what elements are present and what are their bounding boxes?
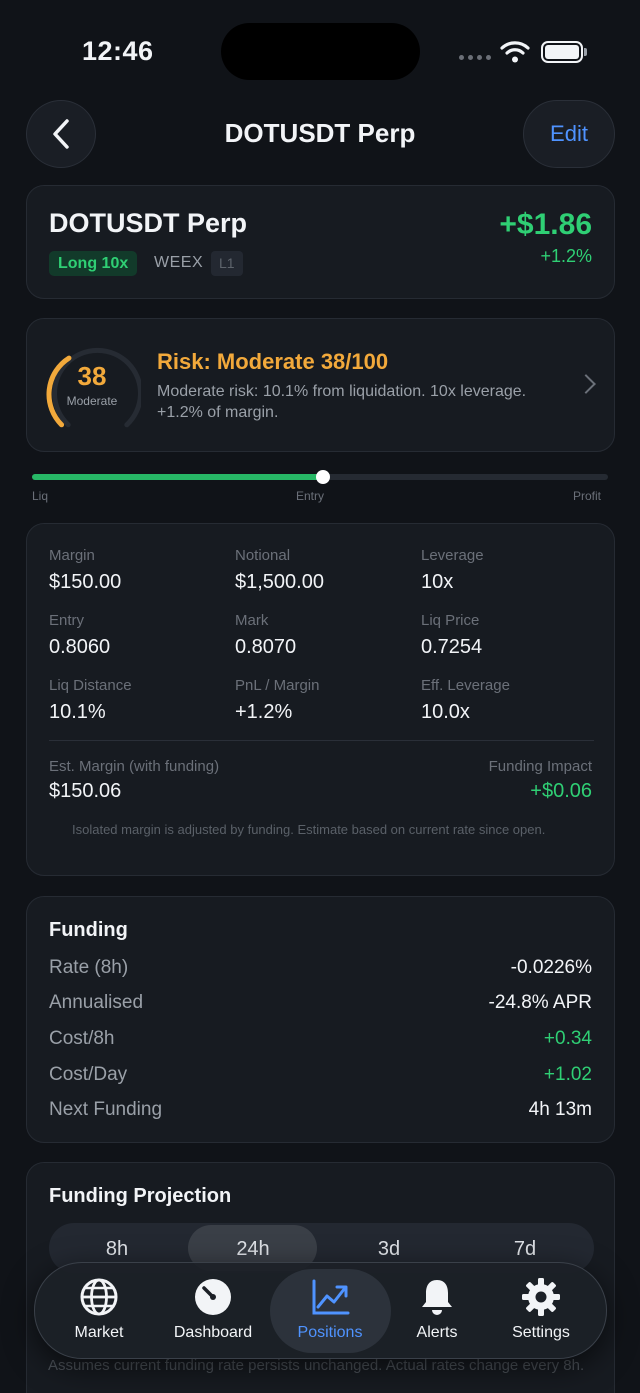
mark-price-label: Mark (235, 612, 269, 629)
funding-impact-label: Funding Impact (488, 758, 592, 775)
liquidation-progress (32, 474, 323, 480)
bell-icon (422, 1280, 452, 1315)
notional-label: Notional (235, 547, 291, 564)
risk-score: 38 (77, 361, 107, 391)
projection-title: Funding Projection (49, 1185, 232, 1207)
period-8h[interactable]: 8h (49, 1238, 185, 1261)
battery-cap (584, 48, 587, 56)
notional-value: $1,500.00 (235, 571, 324, 593)
eff-leverage-value: 10.0x (421, 701, 470, 723)
tab-dashboard-label: Dashboard (173, 1324, 253, 1341)
entry-price-label: Entry (49, 612, 85, 629)
margin-label: Margin (49, 547, 95, 564)
period-3d[interactable]: 3d (321, 1238, 457, 1261)
tab-dashboard[interactable]: Dashboard (153, 1263, 273, 1360)
side-badge: Long 10x (49, 251, 138, 276)
annualised-label: Annualised (49, 992, 144, 1013)
cost-8h-value: +0.34 (543, 1028, 592, 1049)
chevron-right-icon (576, 374, 596, 394)
pnl-percent: +1.2% (540, 246, 592, 266)
cost-day-label: Cost/Day (49, 1064, 128, 1085)
chart-line-icon (312, 1279, 350, 1315)
risk-card[interactable]: 38 Moderate Risk: Moderate 38/100 Modera… (26, 318, 615, 452)
metrics-card: Margin $150.00 Notional $1,500.00 Levera… (26, 523, 615, 876)
risk-title: Risk: Moderate 38/100 (157, 349, 389, 374)
liq-price-value: 0.7254 (421, 636, 483, 658)
next-funding-label: Next Funding (49, 1099, 163, 1120)
est-margin-value: $150.06 (49, 780, 122, 802)
period-7d[interactable]: 7d (457, 1238, 593, 1261)
mark-price-value: 0.8070 (235, 636, 297, 658)
tab-positions[interactable]: Positions (270, 1263, 391, 1360)
leverage-label: Leverage (421, 547, 484, 564)
est-margin-label: Est. Margin (with funding) (49, 758, 220, 775)
liq-price-label: Liq Price (421, 612, 480, 629)
tab-settings[interactable]: Settings (481, 1263, 601, 1360)
period-24h[interactable]: 24h (185, 1238, 321, 1261)
funding-rate-label: Rate (8h) (49, 957, 129, 978)
annualised-value: -24.8% APR (488, 992, 593, 1013)
tab-market-label: Market (74, 1324, 124, 1341)
margin-value: $150.00 (49, 571, 122, 593)
metrics-divider (49, 740, 594, 741)
pnl-margin-value: +1.2% (235, 701, 293, 723)
pnl-margin-label: PnL / Margin (235, 677, 320, 694)
gear-icon (522, 1278, 560, 1316)
dynamic-island (221, 23, 420, 80)
cellular-signal-icon (459, 55, 491, 60)
funding-card: Funding Rate (8h) -0.0226% Annualised -2… (26, 896, 615, 1143)
liq-distance-value: 10.1% (49, 701, 106, 723)
profit-label: Profit (573, 489, 602, 503)
funding-title: Funding (49, 919, 128, 941)
tier-badge: L1 (211, 251, 243, 276)
leverage-value: 10x (421, 571, 454, 593)
position-summary-card: DOTUSDT Perp Long 10x WEEX L1 +$1.86 +1.… (26, 185, 615, 299)
risk-level-label: Moderate (66, 394, 118, 408)
liq-distance-label: Liq Distance (49, 677, 132, 694)
exchange-label: WEEX (154, 254, 204, 271)
funding-rate-value: -0.0226% (510, 957, 592, 978)
cost-8h-label: Cost/8h (49, 1028, 115, 1049)
gauge-icon (195, 1279, 231, 1315)
entry-marker (316, 470, 330, 484)
eff-leverage-label: Eff. Leverage (421, 677, 510, 694)
tab-alerts[interactable]: Alerts (377, 1263, 497, 1360)
tab-alerts-label: Alerts (416, 1324, 458, 1341)
globe-icon (80, 1278, 118, 1316)
tab-market[interactable]: Market (39, 1263, 159, 1360)
pnl-value: +$1.86 (499, 208, 592, 241)
cost-day-value: +1.02 (543, 1064, 592, 1085)
liq-label: Liq (32, 489, 49, 503)
risk-description: Moderate risk: 10.1% from liquidation. 1… (157, 383, 527, 421)
next-funding-value: 4h 13m (528, 1099, 592, 1120)
entry-label: Entry (296, 489, 325, 503)
margin-note: Isolated margin is adjusted by funding. … (72, 822, 546, 837)
wifi-icon (500, 41, 530, 63)
status-time: 12:46 (82, 36, 154, 66)
bottom-tab-bar: Market Dashboard Positions Alerts Settin… (34, 1262, 607, 1359)
position-name: DOTUSDT Perp (49, 208, 248, 238)
funding-impact-value: +$0.06 (530, 780, 592, 802)
edit-button[interactable]: Edit (523, 100, 615, 168)
tab-settings-label: Settings (512, 1324, 570, 1341)
tab-positions-label: Positions (297, 1324, 363, 1341)
entry-price-value: 0.8060 (49, 636, 111, 658)
battery-icon (541, 41, 583, 63)
